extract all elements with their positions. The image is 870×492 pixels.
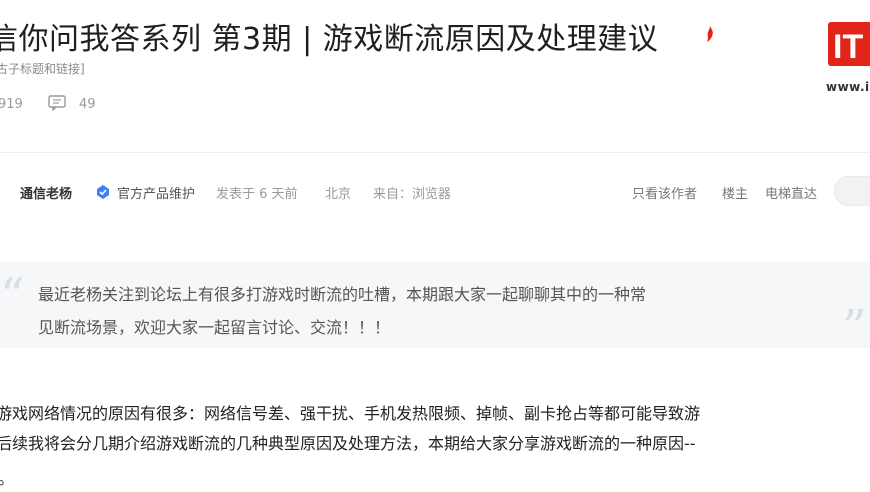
- post-title: 信你问我答系列 第3期 | 游戏断流原因及处理建议: [0, 22, 659, 57]
- header-divider: [0, 152, 870, 153]
- content-paragraph-line: 后续我将会分几期介绍游戏断流的几种典型原因及处理方法，本期给大家分享游戏断流的一…: [0, 434, 696, 453]
- floor-main-label[interactable]: 楼主: [722, 183, 748, 202]
- verified-badge-icon: [97, 185, 109, 199]
- hot-flame-icon: [707, 26, 713, 42]
- only-author-link[interactable]: 只看该作者: [632, 183, 697, 202]
- quote-close-icon: ”: [842, 300, 867, 356]
- elevator-floor-input[interactable]: [834, 176, 870, 206]
- quote-text-line: 最近老杨关注到论坛上有很多打游戏时断流的吐槽，本期跟大家一起聊聊其中的一种常: [38, 285, 647, 304]
- comments-count: 49: [79, 97, 96, 112]
- author-role: 官方产品维护: [117, 187, 196, 202]
- post-time: 发表于 6 天前: [216, 187, 298, 202]
- comment-icon: [48, 95, 66, 111]
- views-count: 919: [0, 97, 23, 112]
- post-location: 北京: [325, 187, 352, 202]
- elevator-link[interactable]: 电梯直达: [765, 183, 817, 202]
- author-name[interactable]: 通信老杨: [20, 183, 72, 202]
- ithome-logo: IT: [828, 22, 870, 66]
- post-source: 来自：浏览器: [373, 187, 452, 202]
- content-paragraph-line: 。: [0, 465, 14, 489]
- quote-open-icon: “: [0, 268, 25, 324]
- logo-mark: IT: [833, 28, 863, 66]
- logo-site-text: www.i: [826, 80, 870, 94]
- content-paragraph-line: 游戏网络情况的原因有很多：网络信号差、强干扰、手机发热限频、掉帧、副卡抢占等都可…: [0, 404, 701, 423]
- post-subtitle: 古子标题和链接]: [0, 62, 85, 76]
- quote-text-line: 见断流场景，欢迎大家一起留言讨论、交流！！！: [38, 318, 391, 337]
